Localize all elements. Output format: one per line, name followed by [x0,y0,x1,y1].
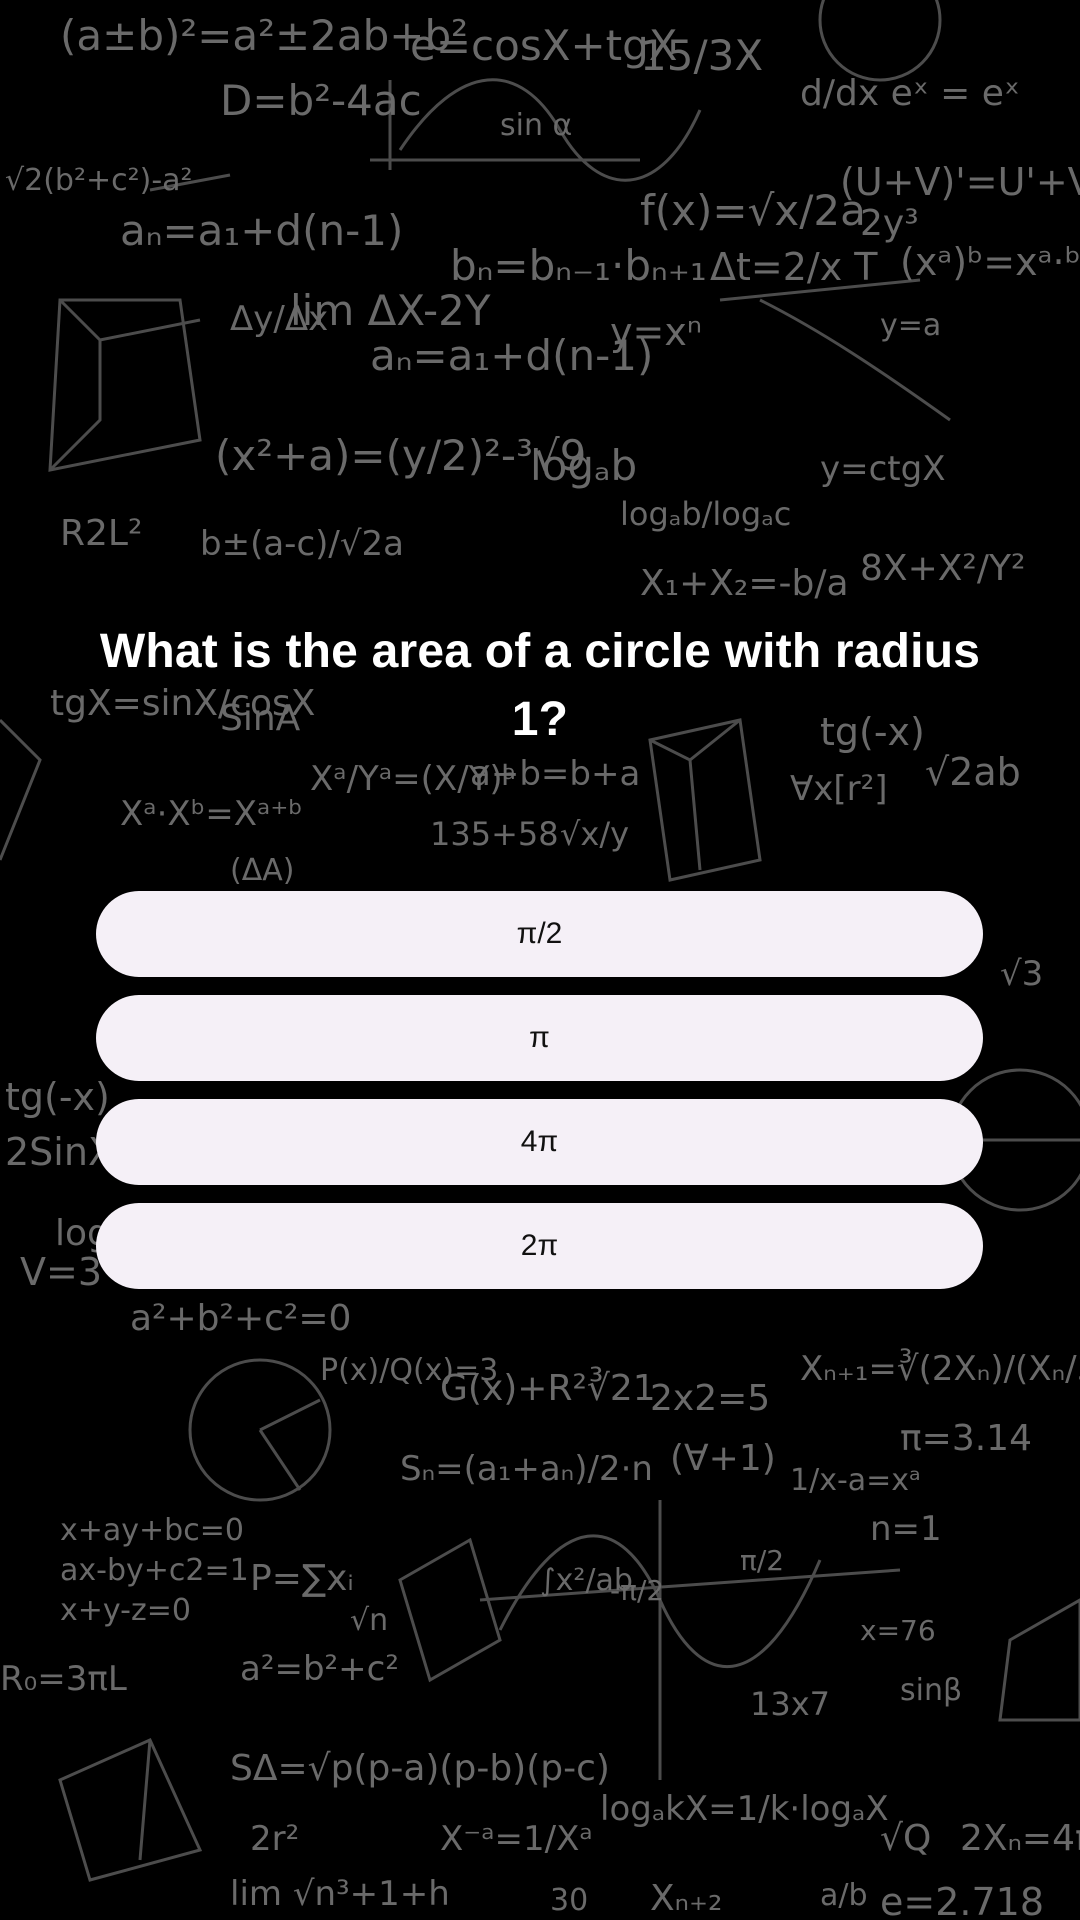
answer-option-3[interactable]: 4π [96,1099,983,1185]
answer-option-4[interactable]: 2π [96,1203,983,1289]
answer-list: π/2 π 4π 2π [96,891,983,1307]
answer-option-2[interactable]: π [96,995,983,1081]
question-text: What is the area of a circle with radius… [99,625,981,746]
answer-option-1[interactable]: π/2 [96,891,983,977]
quiz-screen: What is the area of a circle with radius… [0,0,1080,1920]
